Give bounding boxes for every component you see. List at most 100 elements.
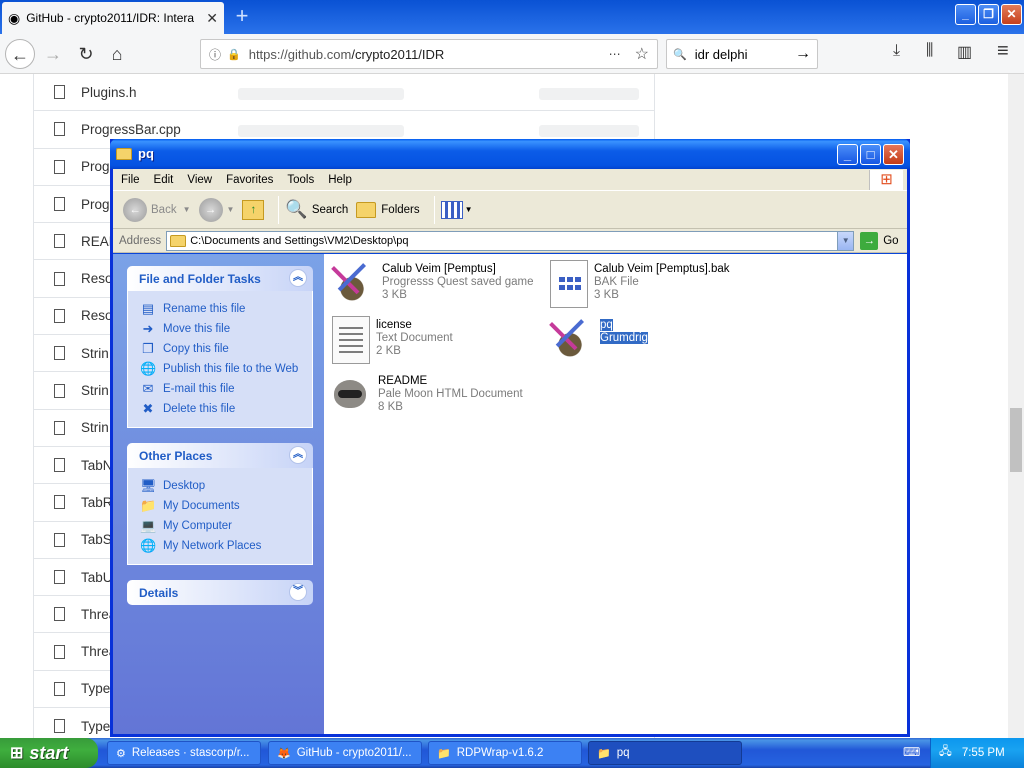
page-scrollbar[interactable]: [1008, 74, 1024, 738]
back-button[interactable]: ← Back ▼: [123, 197, 191, 222]
folders-button[interactable]: Folders: [356, 201, 420, 218]
menu-icon[interactable]: ≡: [997, 40, 1009, 63]
keyboard-icon[interactable]: ⌨: [903, 745, 920, 759]
file-name[interactable]: Plugins.h: [81, 85, 137, 100]
taskbar-button[interactable]: ⚙ Releases · stascorp/r...: [107, 741, 261, 765]
search-input[interactable]: idr delphi: [695, 47, 748, 62]
address-dropdown-icon[interactable]: ▼: [837, 231, 854, 250]
search-go-icon[interactable]: →: [795, 45, 811, 63]
menu-view[interactable]: View: [187, 174, 212, 186]
new-tab-button[interactable]: +: [230, 4, 254, 28]
address-bar: Address C:\Documents and Settings\VM2\De…: [113, 229, 907, 253]
search-button[interactable]: 🔍 Search: [285, 199, 348, 220]
globe-icon: 🌐: [140, 361, 157, 376]
network-tray-icon[interactable]: 🖧: [939, 744, 952, 763]
file-item[interactable]: license Text Document 2 KB: [328, 316, 538, 368]
forward-icon[interactable]: →: [38, 39, 68, 69]
taskbar-button[interactable]: 📁 pq: [588, 741, 742, 765]
menu-tools[interactable]: Tools: [287, 174, 314, 186]
firefox-minimize-button[interactable]: _: [955, 4, 976, 25]
url-bar[interactable]: ⓘ 🔒 https://github.com/crypto2011/IDR ⋯ …: [200, 39, 658, 69]
firefox-close-button[interactable]: ✕: [1001, 4, 1022, 25]
file-name[interactable]: Reso: [81, 271, 113, 286]
file-name[interactable]: Type: [81, 719, 110, 734]
task-link[interactable]: ▤ Rename this file: [140, 299, 312, 319]
file-name[interactable]: Strin: [81, 383, 109, 398]
go-button[interactable]: → Go: [860, 231, 899, 250]
search-box[interactable]: 🔍 idr delphi →: [666, 39, 818, 69]
tab-title: GitHub - crypto2011/IDR: Interactive: [26, 11, 195, 25]
file-name[interactable]: TabR: [81, 495, 113, 510]
menu-file[interactable]: File: [121, 174, 140, 186]
address-field[interactable]: C:\Documents and Settings\VM2\Desktop\pq…: [166, 230, 855, 251]
taskbar-button[interactable]: 📁 RDPWrap-v1.6.2: [428, 741, 582, 765]
explorer-titlebar[interactable]: pq _ □ ✕: [110, 139, 910, 169]
file-name[interactable]: Strin: [81, 346, 109, 361]
other-places-header[interactable]: Other Places ︽: [127, 443, 313, 468]
file-name[interactable]: Type: [81, 681, 110, 696]
menu-favorites[interactable]: Favorites: [226, 174, 273, 186]
forward-dropdown-icon[interactable]: ▼: [227, 205, 235, 214]
file-name[interactable]: Strin: [81, 420, 109, 435]
file-name[interactable]: TabN: [81, 458, 113, 473]
task-link[interactable]: 💻 My Computer: [140, 516, 312, 536]
task-link[interactable]: 📁 My Documents: [140, 496, 312, 516]
collapse-icon[interactable]: ︽: [289, 446, 307, 464]
rename-icon: ▤: [141, 301, 155, 316]
download-icon[interactable]: ⤓: [893, 42, 900, 60]
file-name[interactable]: TabU: [81, 570, 113, 585]
task-link[interactable]: 🖥 Desktop: [140, 476, 312, 496]
file-item[interactable]: Calub Veim [Pemptus] Progresss Quest save…: [328, 260, 538, 312]
task-link[interactable]: ✖ Delete this file: [140, 399, 312, 419]
scrollbar-thumb[interactable]: [1010, 408, 1022, 472]
browser-tab[interactable]: ◉ GitHub - crypto2011/IDR: Interactive ✕: [2, 2, 224, 34]
maximize-button[interactable]: □: [860, 144, 881, 165]
back-icon[interactable]: ←: [5, 39, 35, 69]
firefox-restore-button[interactable]: ❐: [978, 4, 999, 25]
info-icon[interactable]: ⓘ: [209, 46, 221, 63]
task-link[interactable]: 🌐 Publish this file to the Web: [140, 359, 312, 379]
file-item[interactable]: Calub Veim [Pemptus].bak BAK File 3 KB: [546, 260, 756, 312]
task-link[interactable]: ✉ E-mail this file: [140, 379, 312, 399]
file-name[interactable]: Prog: [81, 197, 110, 212]
start-button[interactable]: ⊞ start: [0, 738, 98, 768]
collapse-icon[interactable]: ︽: [289, 269, 307, 287]
tab-close-icon[interactable]: ✕: [206, 10, 218, 27]
minimize-button[interactable]: _: [837, 144, 858, 165]
file-item[interactable]: pq Grumdrig: [546, 316, 756, 368]
task-link[interactable]: 🌐 My Network Places: [140, 536, 312, 556]
up-button[interactable]: ↑: [242, 199, 265, 220]
file-type: Progresss Quest saved game: [382, 276, 534, 288]
menu-bar: File Edit View Favorites Tools Help ⊞: [113, 169, 907, 191]
file-name[interactable]: ProgressBar.cpp: [81, 122, 181, 137]
file-folder-tasks-header[interactable]: File and Folder Tasks ︽: [127, 266, 313, 291]
my-computer-icon: 💻: [140, 518, 157, 533]
folder-icon: [116, 148, 132, 160]
forward-button[interactable]: → ▼: [198, 197, 235, 222]
sidebar-icon[interactable]: ▥: [957, 42, 972, 62]
details-header[interactable]: Details ︾: [127, 580, 313, 605]
menu-edit[interactable]: Edit: [154, 174, 174, 186]
file-name[interactable]: Prog: [81, 159, 110, 174]
task-link[interactable]: ❐ Copy this file: [140, 339, 312, 359]
file-size: 3 KB: [382, 289, 407, 301]
reload-icon[interactable]: ↻: [71, 39, 101, 69]
desktop-icon: 🖥: [140, 478, 157, 493]
bookmark-star-icon[interactable]: ☆: [635, 44, 649, 64]
views-button[interactable]: ▼: [440, 200, 473, 219]
page-actions-icon[interactable]: ⋯: [609, 47, 621, 61]
address-text[interactable]: C:\Documents and Settings\VM2\Desktop\pq: [190, 235, 408, 247]
taskbar-button[interactable]: 🦊 GitHub - crypto2011/...: [268, 741, 422, 765]
expand-icon[interactable]: ︾: [289, 583, 307, 601]
library-icon[interactable]: ⫼: [926, 42, 933, 60]
file-item[interactable]: README Pale Moon HTML Document 8 KB: [328, 372, 538, 424]
task-icon: ⚙: [116, 747, 126, 760]
file-name[interactable]: Reso: [81, 308, 113, 323]
menu-help[interactable]: Help: [328, 174, 352, 186]
close-button[interactable]: ✕: [883, 144, 904, 165]
file-name[interactable]: TabS: [81, 532, 112, 547]
home-icon[interactable]: ⌂: [102, 39, 132, 69]
file-row[interactable]: Plugins.h: [34, 74, 654, 112]
task-link[interactable]: ➜ Move this file: [140, 319, 312, 339]
back-dropdown-icon[interactable]: ▼: [183, 205, 191, 214]
